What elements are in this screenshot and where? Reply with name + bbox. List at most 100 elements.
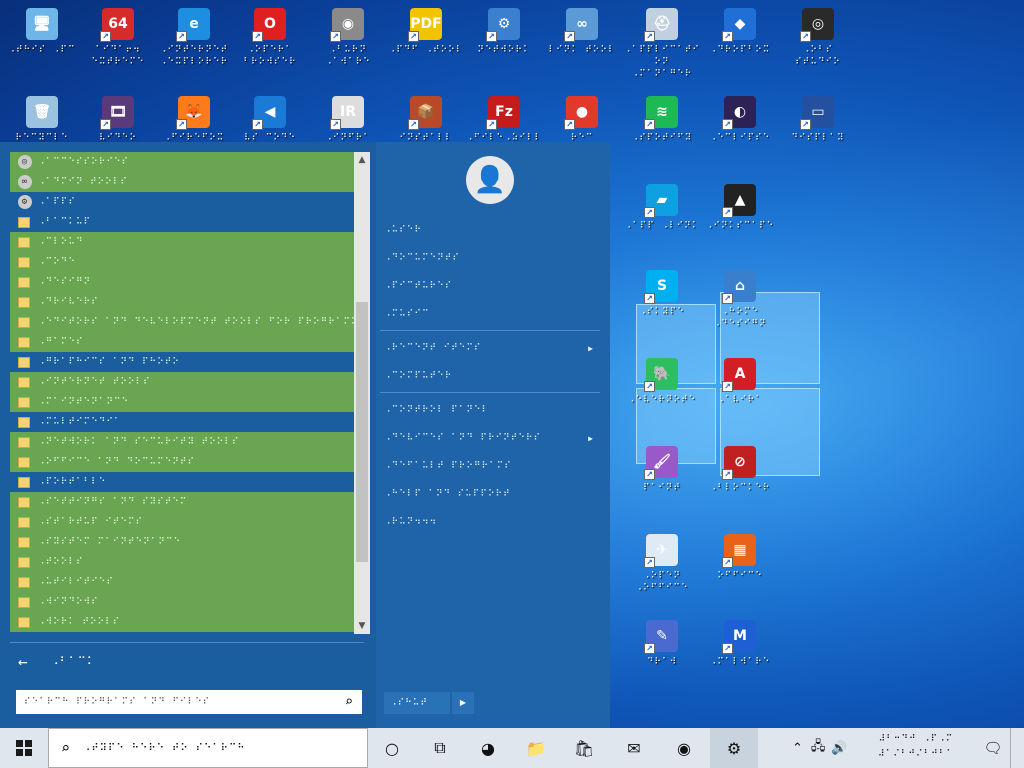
desktop-shortcut-label: ⠏⠁⠊⠝⠞ [643, 483, 681, 493]
action-center-icon[interactable]: 🗨 [978, 728, 1008, 768]
start-menu-place-link[interactable]: ⠠⠉⠕⠝⠞⠗⠕⠇ ⠏⠁⠝⠑⠇ [384, 396, 600, 424]
desktop-shortcut[interactable]: ◀ ↗ ⠧⠎ ⠉⠕⠙⠑ [232, 96, 308, 144]
program-folder-item[interactable]: ⠠⠎⠞⠁⠗⠞⠥⠏ ⠊⠞⠑⠍⠎ [10, 512, 354, 532]
program-folder-item[interactable]: ⠠⠊⠝⠞⠑⠗⠝⠑⠞ ⠞⠕⠕⠇⠎ [10, 372, 354, 392]
desktop-shortcut[interactable]: e ↗ ⠠⠊⠝⠞⠑⠗⠝⠑⠞ ⠠⠑⠭⠏⠇⠕⠗⠑⠗ [156, 8, 232, 68]
desktop-shortcut[interactable]: ✎ ↗ ⠙⠗⠁⠺ [624, 620, 700, 668]
taskbar-app-button[interactable]: ◕ [464, 728, 512, 768]
program-folder-item[interactable]: ⠠⠝⠑⠞⠺⠕⠗⠅ ⠁⠝⠙ ⠎⠑⠉⠥⠗⠊⠞⠽ ⠞⠕⠕⠇⠎ [10, 432, 354, 452]
desktop-shortcut[interactable]: ▲ ↗ ⠠⠊⠝⠅⠎⠉⠁⠏⠑ [702, 184, 778, 232]
shortcut-arrow-icon: ↗ [564, 31, 575, 42]
program-folder-item[interactable]: ⠠⠥⠞⠊⠇⠊⠞⠊⠑⠎ [10, 572, 354, 592]
program-item-label: ⠠⠁⠙⠍⠊⠝ ⠞⠕⠕⠇⠎ [38, 177, 128, 187]
program-item[interactable]: ◎ ⠠⠁⠉⠉⠑⠎⠎⠕⠗⠊⠑⠎ [10, 152, 354, 172]
desktop-shortcut[interactable]: ▰ ↗ ⠠⠁⠏⠏ ⠠⠇⠊⠝⠅ [624, 184, 700, 232]
program-folder-item[interactable]: ⠠⠏⠕⠗⠞⠁⠃⠇⠑ [10, 472, 354, 492]
desktop-shortcut[interactable]: 🎞 ↗ ⠧⠊⠙⠑⠕ [80, 96, 156, 144]
start-menu-place-link[interactable]: ⠠⠙⠕⠉⠥⠍⠑⠝⠞⠎ [384, 244, 600, 272]
desktop-shortcut[interactable]: 🖌 ↗ ⠏⠁⠊⠝⠞ [624, 446, 700, 494]
desktop-shortcut[interactable]: ▭ ↗ ⠙⠊⠎⠏⠇⠁⠽ [780, 96, 856, 144]
start-search-input[interactable]: ⠎⠑⠁⠗⠉⠓ ⠏⠗⠕⠛⠗⠁⠍⠎ ⠁⠝⠙ ⠋⠊⠇⠑⠎ ⌕ [16, 690, 362, 714]
program-folder-item[interactable]: ⠠⠺⠊⠝⠙⠕⠺⠎ [10, 592, 354, 612]
taskbar-app-button[interactable]: 📁 [512, 728, 560, 768]
program-folder-item[interactable]: ⠠⠕⠋⠋⠊⠉⠑ ⠁⠝⠙ ⠙⠕⠉⠥⠍⠑⠝⠞⠎ [10, 452, 354, 472]
program-folder-item[interactable]: ⠠⠉⠕⠙⠑ [10, 252, 354, 272]
display-app-icon: ▭ ↗ [800, 96, 834, 130]
start-menu-place-link[interactable]: ⠠⠏⠊⠉⠞⠥⠗⠑⠎ [384, 272, 600, 300]
desktop-shortcut[interactable]: ◉ ↗ ⠠⠃⠥⠗⠝ ⠠⠁⠺⠁⠗⠑ [310, 8, 386, 68]
start-menu-place-link[interactable]: ⠠⠙⠑⠋⠁⠥⠇⠞ ⠏⠗⠕⠛⠗⠁⠍⠎ [384, 452, 600, 480]
program-item[interactable]: ∞ ⠠⠁⠙⠍⠊⠝ ⠞⠕⠕⠇⠎ [10, 172, 354, 192]
desktop-shortcut-label: ⠠⠙⠗⠕⠏⠃⠕⠭ [709, 45, 771, 55]
desktop-shortcut[interactable]: 64 ↗ ⠁⠊⠙⠁⠖⠲ ⠑⠭⠞⠗⠑⠍⠑ [80, 8, 156, 68]
program-item[interactable]: ⚙ ⠠⠁⠏⠏⠎ [10, 192, 354, 212]
desktop-shortcut[interactable]: ◆ ↗ ⠠⠙⠗⠕⠏⠃⠕⠭ [702, 8, 778, 56]
start-menu-place-link[interactable]: ⠠⠗⠥⠝⠲⠲⠲ [384, 508, 600, 536]
desktop-shortcut[interactable]: ∞ ↗ ⠇⠊⠝⠅ ⠞⠕⠕⠇ [544, 8, 620, 56]
desktop-shortcut[interactable]: ⊘ ↗ ⠠⠃⠇⠕⠉⠅⠑⠗ [702, 446, 778, 494]
scroll-thumb[interactable] [356, 302, 368, 562]
taskbar-app-button[interactable]: ⚙ [710, 728, 758, 768]
start-menu-place-link[interactable]: ⠠⠥⠎⠑⠗ [384, 216, 600, 244]
desktop-shortcut[interactable]: 🗑 ⠗⠑⠉⠽⠉⠇⠑ [4, 96, 80, 144]
network-icon[interactable]: 🖧 [811, 737, 826, 759]
scroll-down-arrow-icon[interactable]: ▼ [354, 618, 370, 634]
folder-icon [18, 556, 30, 568]
program-folder-item[interactable]: ⠠⠺⠕⠗⠅ ⠞⠕⠕⠇⠎ [10, 612, 354, 632]
desktop-shortcut[interactable]: S ↗ ⠠⠎⠅⠽⠏⠑ [624, 270, 700, 318]
start-menu-place-link[interactable]: ⠠⠓⠑⠇⠏ ⠁⠝⠙ ⠎⠥⠏⠏⠕⠗⠞ [384, 480, 600, 508]
program-folder-item[interactable]: ⠠⠎⠽⠎⠞⠑⠍ ⠍⠁⠊⠝⠞⠑⠝⠁⠝⠉⠑ [10, 532, 354, 552]
user-avatar[interactable]: 👤 [466, 156, 514, 204]
program-folder-item[interactable]: ⠠⠎⠑⠞⠞⠊⠝⠛⠎ ⠁⠝⠙ ⠎⠽⠎⠞⠑⠍ [10, 492, 354, 512]
desktop-shortcut[interactable]: ⌂ ↗ ⠠⠓⠕⠍⠑ ⠠⠙⠑⠎⠊⠛⠝ [702, 270, 778, 330]
desktop-shortcut[interactable]: 🐘 ↗ ⠠⠑⠧⠑⠗⠝⠕⠞⠑ [624, 358, 700, 406]
folder-icon [18, 536, 30, 548]
desktop-shortcut[interactable]: ◐ ↗ ⠠⠑⠉⠇⠊⠏⠎⠑ [702, 96, 778, 144]
desktop-shortcut[interactable]: M ↗ ⠠⠍⠁⠇⠺⠁⠗⠑ [702, 620, 778, 668]
desktop-shortcut[interactable]: 🦊 ↗ ⠠⠋⠊⠗⠑⠋⠕⠭ [156, 96, 232, 144]
shutdown-options-chevron-icon[interactable]: ▶ [452, 692, 474, 714]
desktop-shortcut[interactable]: ▦ ↗ ⠕⠋⠋⠊⠉⠑ [702, 534, 778, 582]
desktop-shortcut[interactable]: 🖥 ⠠⠞⠓⠊⠎ ⠠⠏⠉ [4, 8, 80, 56]
start-button[interactable] [0, 728, 48, 768]
program-folder-item[interactable]: ⠠⠛⠁⠍⠑⠎ [10, 332, 354, 352]
program-folder-item[interactable]: ⠠⠑⠙⠊⠞⠕⠗⠎ ⠁⠝⠙ ⠙⠑⠧⠑⠇⠕⠏⠍⠑⠝⠞ ⠞⠕⠕⠇⠎ ⠋⠕⠗ ⠏⠗⠕⠛⠗… [10, 312, 354, 332]
taskbar-app-button[interactable]: ○ [368, 728, 416, 768]
taskbar-search-box[interactable]: ⌕ ⠠⠞⠽⠏⠑ ⠓⠑⠗⠑ ⠞⠕ ⠎⠑⠁⠗⠉⠓ [48, 728, 368, 768]
scroll-up-arrow-icon[interactable]: ▲ [354, 152, 370, 168]
desktop-shortcut[interactable]: ⛑ ↗ ⠠⠁⠏⠏⠇⠊⠉⠁⠞⠊⠕⠝ ⠠⠍⠁⠝⠁⠛⠑⠗ [624, 8, 700, 80]
program-folder-item[interactable]: ⠠⠞⠕⠕⠇⠎ [10, 552, 354, 572]
show-desktop-button[interactable] [1010, 728, 1024, 768]
desktop-shortcut[interactable]: A ↗ ⠠⠁⠧⠊⠗⠁ [702, 358, 778, 406]
desktop-shortcut[interactable]: ⚙ ↗ ⠝⠑⠞⠺⠕⠗⠅ [466, 8, 542, 56]
program-folder-item[interactable]: ⠠⠍⠥⠇⠞⠊⠍⠑⠙⠊⠁ [10, 412, 354, 432]
desktop-shortcut[interactable]: PDF ↗ ⠠⠏⠙⠋ ⠠⠞⠕⠕⠇ [388, 8, 464, 56]
desktop-shortcut[interactable]: ◎ ↗ ⠠⠕⠃⠎ ⠎⠞⠥⠙⠊⠕ [780, 8, 856, 68]
taskbar-app-button[interactable]: 🛍 [560, 728, 608, 768]
start-menu-place-link[interactable]: ⠠⠍⠥⠎⠊⠉ [384, 300, 600, 328]
show-hidden-icons-chevron-icon[interactable]: ⌃ [792, 741, 803, 756]
program-folder-item[interactable]: ⠠⠙⠗⠊⠧⠑⠗⠎ [10, 292, 354, 312]
start-menu-place-link[interactable]: ⠠⠉⠕⠍⠏⠥⠞⠑⠗ [384, 362, 600, 390]
desktop-shortcut[interactable]: 📦 ↗ ⠊⠝⠎⠞⠁⠇⠇ [388, 96, 464, 144]
programs-scrollbar[interactable]: ▲ ▼ [354, 152, 370, 634]
program-folder-item[interactable]: ⠠⠍⠁⠊⠝⠞⠑⠝⠁⠝⠉⠑ [10, 392, 354, 412]
program-folder-item[interactable]: ⠠⠉⠇⠕⠥⠙ [10, 232, 354, 252]
taskbar-app-button[interactable]: ◉ [660, 728, 708, 768]
program-folder-item[interactable]: ⠠⠛⠗⠁⠏⠓⠊⠉⠎ ⠁⠝⠙ ⠏⠓⠕⠞⠕ [10, 352, 354, 372]
program-folder-item[interactable]: ⠠⠃⠁⠉⠅⠥⠏ [10, 212, 354, 232]
desktop-shortcut[interactable]: ✈ ↗ ⠠⠕⠏⠑⠝ ⠠⠕⠋⠋⠊⠉⠑ [624, 534, 700, 594]
back-button[interactable]: ← ⠠⠃⠁⠉⠅ [10, 642, 364, 680]
start-menu-place-link[interactable]: ⠠⠙⠑⠧⠊⠉⠑⠎ ⠁⠝⠙ ⠏⠗⠊⠝⠞⠑⠗⠎ ▶ [384, 424, 600, 452]
taskbar-app-button[interactable]: ✉ [610, 728, 658, 768]
start-menu-place-link[interactable]: ⠠⠗⠑⠉⠑⠝⠞ ⠊⠞⠑⠍⠎ ▶ [384, 334, 600, 362]
desktop-shortcut[interactable]: ≋ ↗ ⠠⠎⠏⠕⠞⠊⠋⠽ [624, 96, 700, 144]
shutdown-button[interactable]: ⠠⠎⠓⠥⠞ [384, 692, 450, 714]
volume-icon[interactable]: 🔊 [831, 741, 847, 756]
program-item-label: ⠠⠺⠊⠝⠙⠕⠺⠎ [38, 597, 99, 607]
taskbar-app-button[interactable]: ⧉ [416, 728, 464, 768]
taskbar-clock[interactable]: ⠼⠃⠒⠙⠚ ⠠⠏⠠⠍ ⠼⠁⠌⠃⠚⠌⠃⠚⠃⠁ [866, 732, 966, 762]
desktop-shortcut[interactable]: ● ↗ ⠗⠑⠉ [544, 96, 620, 144]
program-folder-item[interactable]: ⠠⠙⠑⠎⠊⠛⠝ [10, 272, 354, 292]
desktop-shortcut[interactable]: O ↗ ⠠⠕⠏⠑⠗⠁ ⠃⠗⠕⠺⠎⠑⠗ [232, 8, 308, 68]
